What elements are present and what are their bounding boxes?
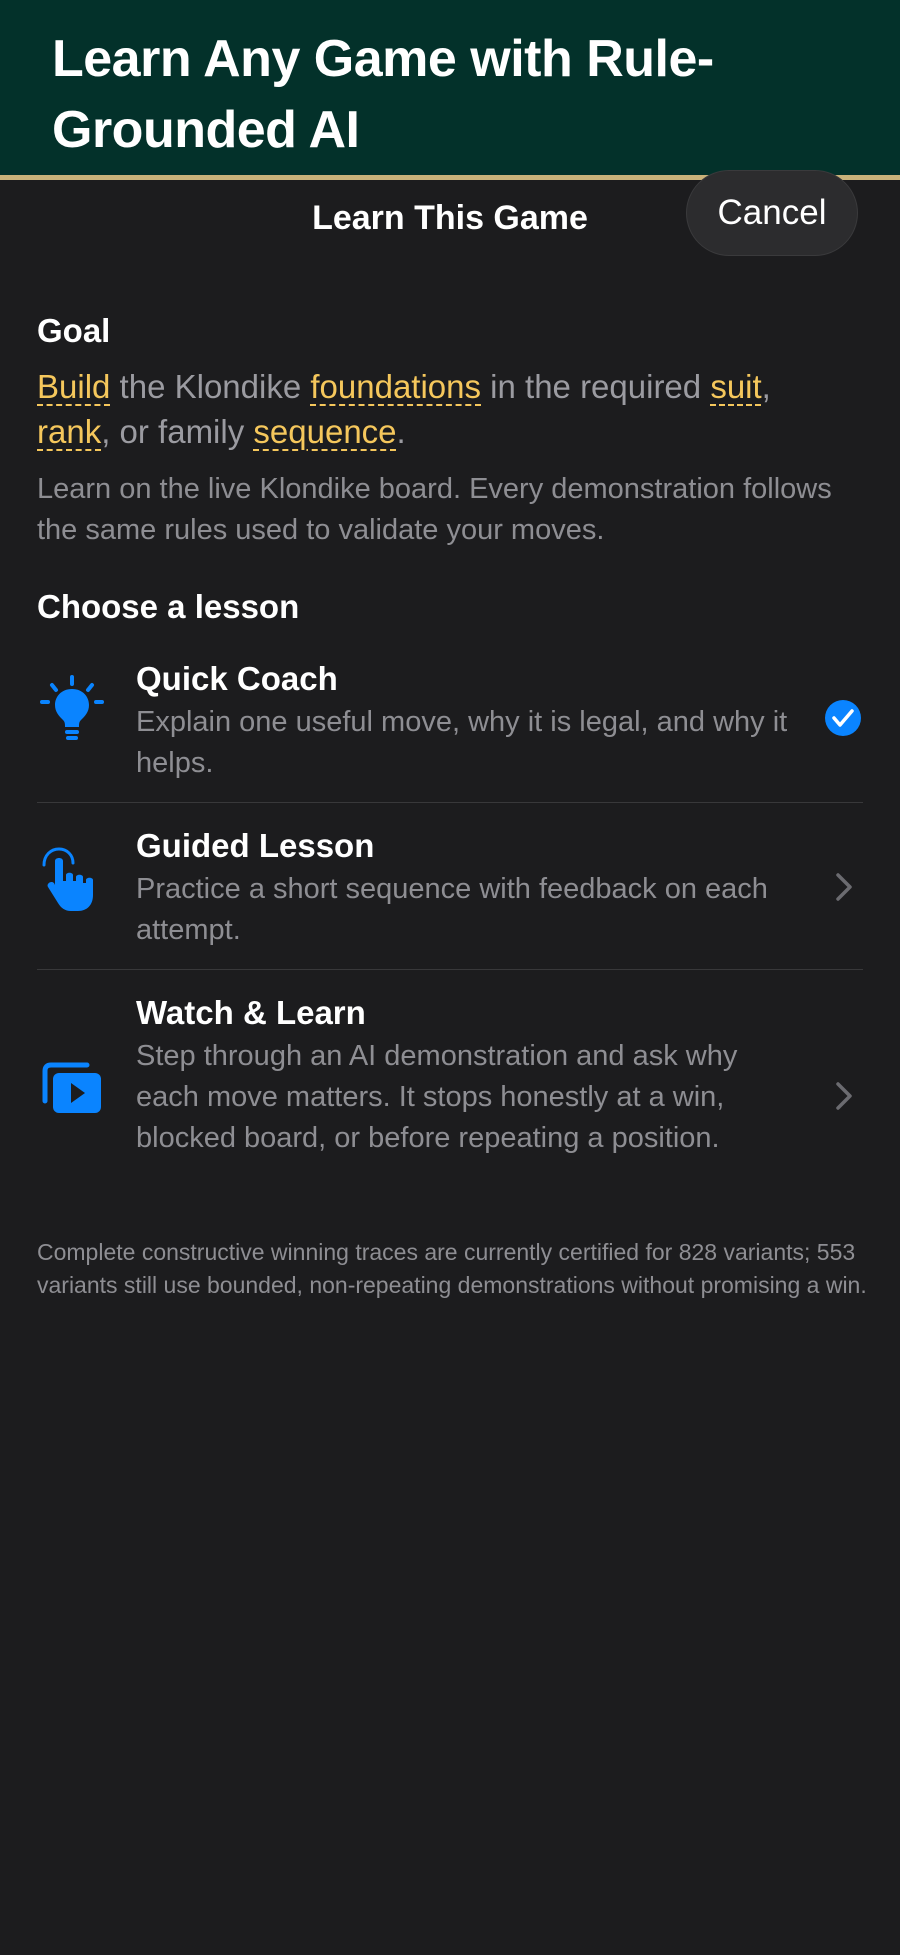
lesson-description: Practice a short sequence with feedback … (136, 873, 768, 946)
cancel-button[interactable]: Cancel (686, 170, 858, 256)
goal-heading: Goal (37, 312, 111, 349)
lesson-guided-lesson[interactable]: Guided Lesson Practice a short sequence … (37, 825, 863, 950)
goal-text-segment: in the required (481, 368, 711, 405)
goal-text-segment: , or family (101, 413, 254, 450)
glossary-term-suit[interactable]: suit (710, 368, 761, 405)
glossary-term-build[interactable]: Build (37, 368, 110, 405)
glossary-term-rank[interactable]: rank (37, 413, 101, 450)
lesson-title: Quick Coach (136, 660, 338, 697)
lesson-divider (37, 969, 863, 970)
lesson-title: Watch & Learn (136, 994, 366, 1031)
checkmark-circle-icon (825, 700, 861, 736)
goal-description: Build the Klondike foundations in the re… (37, 364, 867, 454)
goal-text-segment: the Klondike (110, 368, 311, 405)
lesson-description: Step through an AI demonstration and ask… (136, 1040, 738, 1154)
play-stack-icon (42, 1062, 101, 1113)
learn-sheet: Learn This Game Cancel Goal Build the Kl… (0, 170, 900, 1955)
lesson-description: Explain one useful move, why it is legal… (136, 706, 788, 779)
banner-title: Learn Any Game with Rule-Grounded AI (52, 30, 714, 159)
lesson-watch-and-learn[interactable]: Watch & Learn Step through an AI demonst… (37, 992, 863, 1202)
intro-text: Learn on the live Klondike board. Every … (37, 473, 832, 546)
lessons-heading: Choose a lesson (37, 588, 300, 625)
certification-footnote: Complete constructive winning traces are… (37, 1239, 867, 1298)
goal-text-segment: , (761, 368, 771, 405)
hand-tap-icon (42, 847, 93, 911)
glossary-term-sequence[interactable]: sequence (253, 413, 396, 450)
lesson-quick-coach[interactable]: Quick Coach Explain one useful move, why… (37, 658, 863, 783)
lesson-divider (37, 802, 863, 803)
chevron-right-icon (836, 873, 852, 901)
lesson-title: Guided Lesson (136, 827, 375, 864)
lightbulb-icon (40, 675, 104, 740)
glossary-term-foundations[interactable]: foundations (310, 368, 481, 405)
chevron-right-icon (836, 1082, 852, 1110)
app-banner: Learn Any Game with Rule-Grounded AI (0, 0, 900, 180)
goal-text-segment: . (396, 413, 406, 450)
